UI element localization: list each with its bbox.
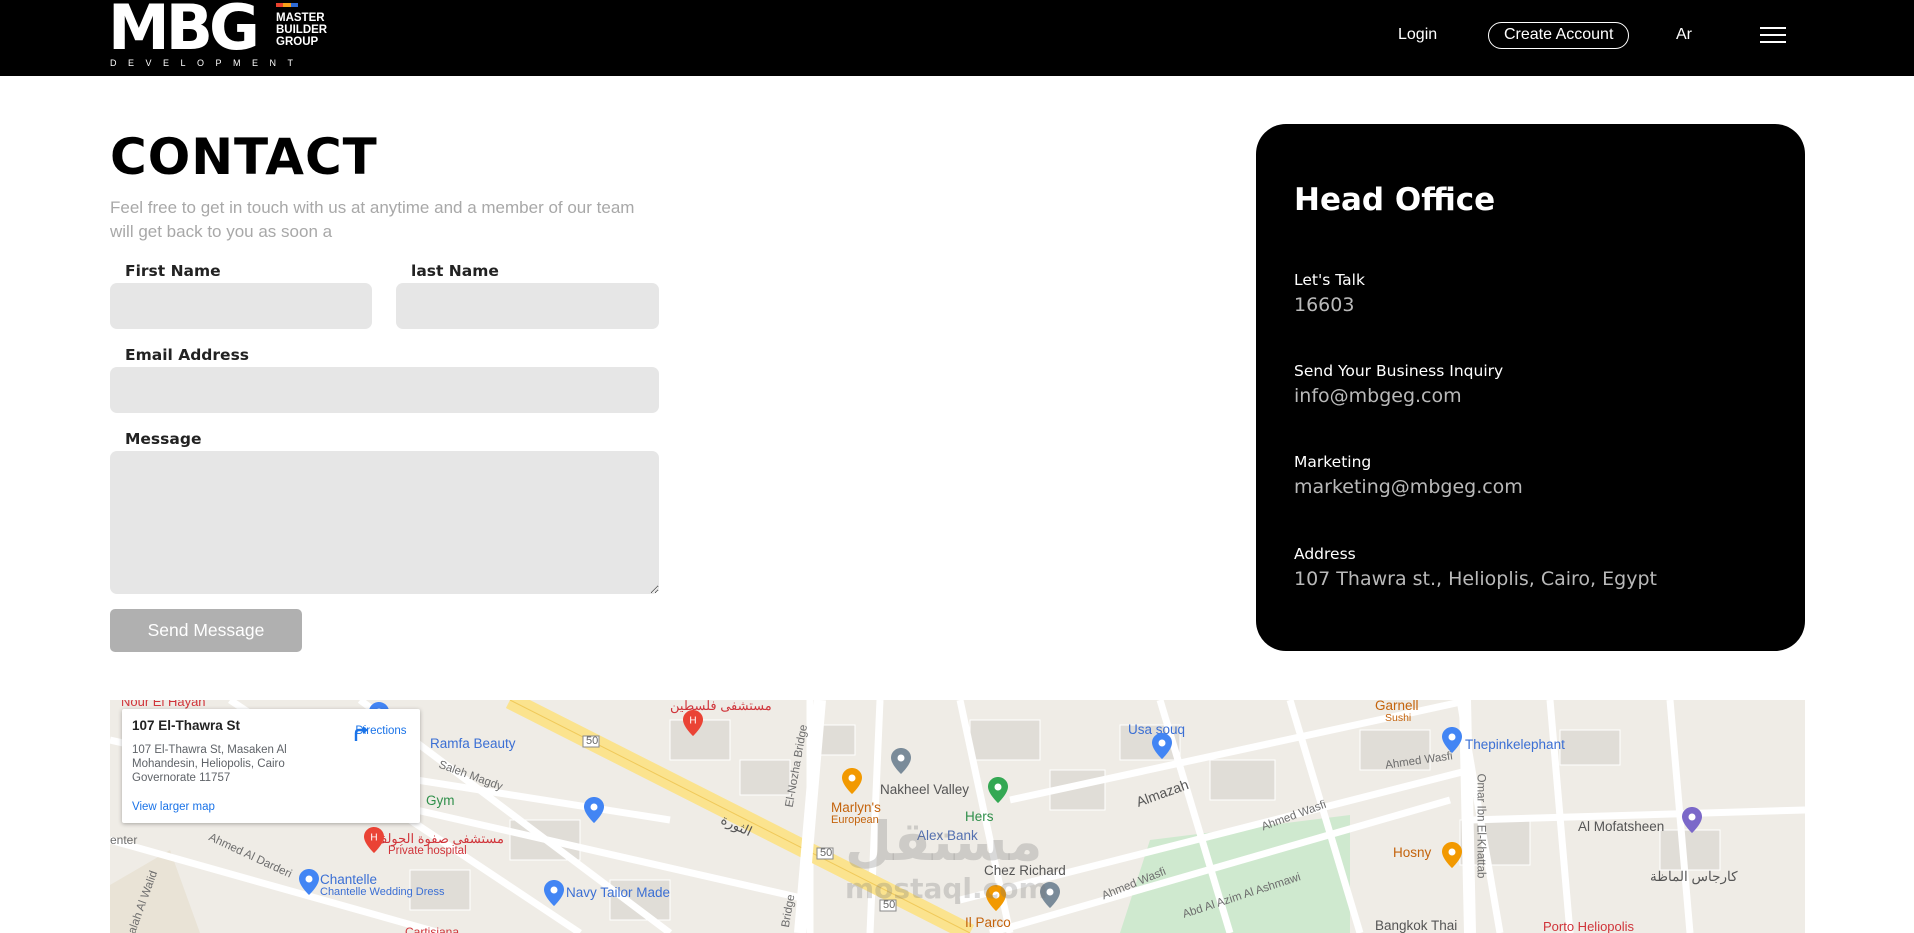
map-card-title: 107 El-Thawra St bbox=[132, 718, 241, 733]
hamburger-line bbox=[1760, 27, 1786, 29]
place-cartisiana[interactable]: Cartisiana bbox=[405, 925, 459, 933]
svg-text:H: H bbox=[370, 833, 377, 844]
business-inquiry-label: Send Your Business Inquiry bbox=[1294, 362, 1504, 380]
logo-stripe-blue bbox=[290, 3, 298, 7]
place-al-mofatsheen[interactable]: Al Mofatsheen bbox=[1578, 819, 1664, 834]
place-private-hospital: Private hospital bbox=[388, 845, 467, 857]
mostaql-watermark: مستقل bbox=[845, 810, 1043, 873]
language-switch[interactable]: Ar bbox=[1676, 26, 1692, 44]
contact-title: CONTACT bbox=[110, 128, 378, 186]
view-larger-map-link[interactable]: View larger map bbox=[132, 801, 215, 813]
message-label: Message bbox=[125, 430, 202, 448]
contact-subtitle: Feel free to get in touch with us at any… bbox=[110, 198, 635, 241]
hamburger-icon[interactable] bbox=[1760, 27, 1786, 43]
hospital-pin-icon[interactable]: H bbox=[364, 827, 384, 853]
hospital-pin-icon[interactable]: H bbox=[683, 710, 703, 736]
hamburger-line bbox=[1760, 34, 1786, 36]
place-pin-icon[interactable] bbox=[988, 777, 1008, 803]
login-link[interactable]: Login bbox=[1398, 26, 1437, 44]
place-bangkok-thai[interactable]: Bangkok Thai bbox=[1375, 918, 1457, 933]
place-pin-icon[interactable] bbox=[1682, 807, 1702, 833]
place-gym[interactable]: Gym bbox=[426, 793, 455, 808]
map-info-card: 107 El-Thawra St 107 El-Thawra St, Masak… bbox=[122, 709, 420, 823]
head-office-card: Head Office Let's Talk 16603 Send Your B… bbox=[1256, 124, 1805, 651]
head-office-title: Head Office bbox=[1294, 182, 1496, 218]
restaurant-pin-icon[interactable] bbox=[842, 768, 862, 794]
shop-pin-icon[interactable] bbox=[1152, 733, 1172, 759]
place-garnell-sushi: Sushi bbox=[1385, 712, 1412, 724]
logo-letters: MBG bbox=[108, 0, 260, 64]
svg-text:H: H bbox=[689, 716, 696, 727]
shop-pin-icon[interactable] bbox=[544, 880, 564, 906]
first-name-label: First Name bbox=[125, 262, 221, 280]
directions-button[interactable]: Directions bbox=[350, 723, 412, 741]
place-nakheel-valley[interactable]: Nakheel Valley bbox=[880, 782, 969, 797]
shop-pin-icon[interactable] bbox=[584, 797, 604, 823]
street-omar-ibn-el-khattab: Omar Ibn El-Khattab bbox=[1474, 773, 1487, 879]
marketing-email[interactable]: marketing@mbgeg.com bbox=[1294, 476, 1523, 498]
place-chantelle[interactable]: Chantelle bbox=[320, 872, 377, 887]
address-label: Address bbox=[1294, 545, 1356, 563]
logo-tagline: DEVELOPMENT bbox=[110, 58, 305, 68]
logo-word-master: MASTER bbox=[276, 12, 325, 24]
place-nour-el-hayan[interactable]: Nour El Hayan bbox=[121, 700, 206, 709]
road-number-label: 50 bbox=[820, 847, 833, 859]
place-chantelle-wedding: Chantelle Wedding Dress bbox=[320, 886, 445, 898]
place-ramfa-beauty[interactable]: Ramfa Beauty bbox=[430, 736, 516, 751]
logo-word-group: GROUP bbox=[276, 36, 319, 48]
place-pin-icon[interactable] bbox=[891, 748, 911, 774]
marketing-label: Marketing bbox=[1294, 453, 1372, 471]
shop-pin-icon[interactable] bbox=[299, 869, 319, 895]
logo-company-name: MASTER BUILDER GROUP bbox=[276, 12, 327, 48]
restaurant-pin-icon[interactable] bbox=[1442, 842, 1462, 868]
logo-stripe-orange bbox=[283, 3, 291, 7]
place-il-parco[interactable]: Il Parco bbox=[965, 915, 1011, 930]
email-input[interactable] bbox=[110, 367, 659, 413]
send-message-button[interactable]: Send Message bbox=[110, 609, 302, 652]
email-label: Email Address bbox=[125, 346, 250, 364]
last-name-input[interactable] bbox=[396, 283, 659, 329]
logo-word-builder: BUILDER bbox=[276, 24, 328, 36]
last-name-label: last Name bbox=[411, 262, 499, 280]
hamburger-line bbox=[1760, 41, 1786, 43]
phone-number[interactable]: 16603 bbox=[1294, 294, 1354, 316]
logo-stripe-red bbox=[276, 3, 284, 7]
place-navy-tailor[interactable]: Navy Tailor Made bbox=[566, 885, 670, 900]
mbg-logo[interactable]: MBG MASTER BUILDER GROUP DEVELOPMENT bbox=[108, 0, 338, 72]
directions-icon bbox=[354, 726, 368, 741]
office-address: 107 Thawra st., Helioplis, Cairo, Egypt bbox=[1294, 568, 1657, 590]
place-enter: enter bbox=[110, 833, 138, 847]
embedded-map[interactable]: 50 50 50 Nour El Hayan مستشفى فلسطين Ram… bbox=[110, 700, 1805, 933]
create-account-button[interactable]: Create Account bbox=[1488, 22, 1630, 49]
first-name-input[interactable] bbox=[110, 283, 372, 329]
map-card-address: 107 El-Thawra St, Masaken Al Mohandesin,… bbox=[132, 744, 287, 784]
mostaql-watermark-url: mostaql.com bbox=[845, 872, 1048, 905]
message-textarea[interactable] bbox=[110, 451, 659, 594]
info-email[interactable]: info@mbgeg.com bbox=[1294, 385, 1462, 407]
logo-color-stripe bbox=[276, 3, 298, 7]
lets-talk-label: Let's Talk bbox=[1294, 271, 1365, 289]
place-porto-heliopolis[interactable]: Porto Heliopolis bbox=[1543, 919, 1634, 933]
place-hosny[interactable]: Hosny bbox=[1393, 845, 1431, 860]
place-karhas-almaza[interactable]: كارجاس الماظة bbox=[1650, 869, 1738, 885]
place-thepinkelephant[interactable]: Thepinkelephant bbox=[1465, 737, 1565, 752]
road-number-label: 50 bbox=[586, 735, 599, 747]
shop-pin-icon[interactable] bbox=[1442, 727, 1462, 753]
top-navigation-bar: MBG MASTER BUILDER GROUP DEVELOPMENT Log… bbox=[0, 0, 1914, 76]
